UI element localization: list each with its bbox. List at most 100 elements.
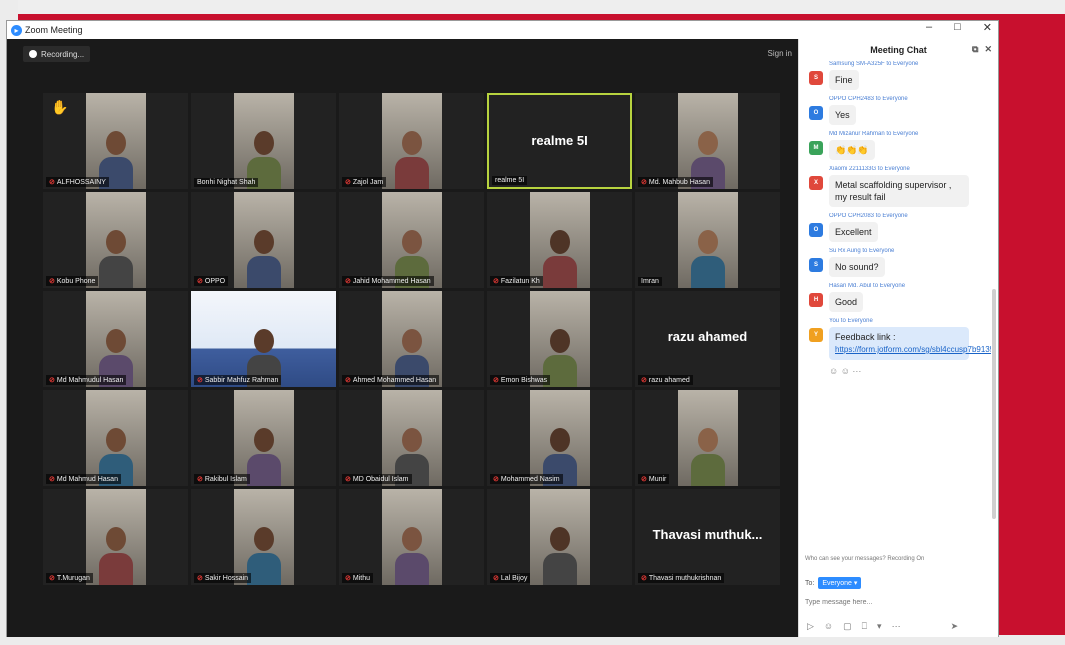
popout-icon[interactable]: ⧉	[972, 44, 978, 55]
participant-name-label: ⊘ ALFHOSSAINY	[46, 177, 109, 187]
message-reactions[interactable]: ☺ ☺ ···	[799, 366, 991, 376]
participant-name-label: ⊘ Emon Bishwas	[490, 375, 551, 385]
participant-tile[interactable]: ⊘ Md Mahmudul Hasan	[43, 291, 188, 387]
recording-label: Recording...	[41, 49, 85, 59]
chat-scrollbar[interactable]	[992, 289, 996, 519]
participant-tile[interactable]: ⊘ Mithu	[339, 489, 484, 585]
minimize-button[interactable]: –	[926, 21, 932, 34]
chat-close-icon[interactable]: ✕	[984, 44, 992, 55]
message-text: Yes	[835, 110, 850, 120]
participant-name: Md. Mahbub Hasan	[648, 178, 710, 186]
message-sender: Md Mizanur Rahman to Everyone	[829, 131, 919, 137]
chat-message: H Hasan Md. Abul to Everyone Good	[799, 283, 991, 312]
participant-name-label: ⊘ Md Mahmudul Hasan	[46, 375, 127, 385]
participant-name: Zajol Jam	[352, 178, 384, 186]
participant-tile[interactable]: ⊘ Fazilatun Kh	[487, 192, 632, 288]
chat-message: O OPPO CPH2483 to Everyone Yes	[799, 96, 991, 125]
participant-tile[interactable]: realme 5I realme 5I	[487, 93, 632, 189]
participant-name: Md Mahmudul Hasan	[56, 376, 124, 384]
participant-tile[interactable]: ⊘ Md Mahmud Hasan	[43, 390, 188, 486]
recording-badge[interactable]: Recording...	[23, 46, 91, 62]
emoji-icon[interactable]: ☺	[824, 621, 833, 632]
participant-tile[interactable]: ⊘ Emon Bishwas	[487, 291, 632, 387]
mic-muted-icon: ⊘	[345, 476, 351, 483]
chat-header: Meeting Chat ⧉ ✕	[799, 39, 998, 61]
more-dropdown-icon[interactable]: ▾	[877, 621, 882, 632]
screenshot-icon[interactable]: ▢	[843, 621, 852, 632]
sign-in-link[interactable]: Sign in	[768, 49, 792, 58]
participant-tile[interactable]: ⊘ MD Obaidul Islam	[339, 390, 484, 486]
message-bubble[interactable]: Fine	[829, 70, 859, 90]
chat-message: Y You to Everyone Feedback link : https://f…	[799, 318, 991, 360]
message-text: Excellent	[835, 227, 872, 237]
participant-name-label: ⊘ Md. Mahbub Hasan	[638, 177, 713, 187]
participant-tile[interactable]: ⊘ Jahid Mohammed Hasan	[339, 192, 484, 288]
participant-name: Fazilatun Kh	[500, 277, 540, 285]
message-sender: OPPO CPH2083 to Everyone	[829, 213, 908, 219]
participant-name-label: ⊘ Munir	[638, 474, 670, 484]
send-icon[interactable]: ➤	[951, 621, 959, 632]
participant-name-label: ⊘ Mohammed Nasim	[490, 474, 563, 484]
participant-tile[interactable]: ⊘ Mohammed Nasim	[487, 390, 632, 486]
sender-avatar: X	[809, 176, 823, 190]
participant-tile[interactable]: ⊘ Lal Bijoy	[487, 489, 632, 585]
recipient-dropdown[interactable]: Everyone ▾	[818, 577, 862, 589]
participant-tile[interactable]: ⊘ Zajol Jam	[339, 93, 484, 189]
sender-avatar: M	[809, 141, 823, 155]
more-options-icon[interactable]: ⋯	[892, 621, 901, 632]
participant-tile[interactable]: ⊘ Rakibul Islam	[191, 390, 336, 486]
window-title: Zoom Meeting	[25, 25, 83, 35]
recipient-row: To: Everyone ▾	[805, 577, 862, 589]
participant-name-label: ⊘ OPPO	[194, 276, 229, 286]
mic-muted-icon: ⊘	[49, 278, 55, 285]
participant-name: T.Murugan	[56, 574, 90, 582]
file-icon[interactable]: ⎕	[862, 621, 867, 632]
feedback-link[interactable]: https://form.jotform.com/sg/sbl4ccusp7b9…	[835, 345, 991, 354]
participant-tile[interactable]: Imran	[635, 192, 780, 288]
message-text: 👏👏👏	[835, 145, 869, 155]
participant-silhouette	[98, 527, 133, 585]
participant-display-name: razu ahamed	[667, 329, 748, 344]
participant-tile[interactable]: ⊘ Sakir Hossain	[191, 489, 336, 585]
participant-tile[interactable]: Bonhi Nighat Shah	[191, 93, 336, 189]
close-button[interactable]: ✕	[983, 21, 992, 34]
participant-name: Lal Bijoy	[500, 574, 528, 582]
message-bubble[interactable]: Good	[829, 292, 864, 312]
participant-tile[interactable]: ✋ ⊘ ALFHOSSAINY	[43, 93, 188, 189]
participant-tile[interactable]: ⊘ Kobu Phone	[43, 192, 188, 288]
message-bubble[interactable]: 👏👏👏	[829, 140, 875, 160]
maximize-button[interactable]: □	[954, 21, 961, 34]
message-bubble[interactable]: Yes	[829, 105, 856, 125]
chat-message: O OPPO CPH2083 to Everyone Excellent	[799, 213, 991, 242]
participant-name-label: ⊘ Sabbir Mahfuz Rahman	[194, 375, 282, 385]
participant-tile[interactable]: ⊘ T.Murugan	[43, 489, 188, 585]
title-bar: ▸ Zoom Meeting – □ ✕	[7, 21, 998, 39]
message-bubble[interactable]: Excellent	[829, 222, 878, 242]
participant-name: Rakibul Islam	[204, 475, 247, 483]
participant-tile[interactable]: ⊘ OPPO	[191, 192, 336, 288]
participant-tile[interactable]: ⊘ Munir	[635, 390, 780, 486]
participant-tile[interactable]: Thavasi muthuk... ⊘ Thavasi muthukrishnan	[635, 489, 780, 585]
participant-tile[interactable]: ⊘ Sabbir Mahfuz Rahman	[191, 291, 336, 387]
chat-message: M Md Mizanur Rahman to Everyone 👏👏👏	[799, 131, 991, 160]
message-bubble[interactable]: No sound?	[829, 257, 885, 277]
participant-name: Munir	[648, 475, 667, 483]
participant-tile[interactable]: ⊘ Ahmed Mohammed Hasan	[339, 291, 484, 387]
format-icon[interactable]: ▷	[807, 621, 814, 632]
participant-name: Ahmed Mohammed Hasan	[352, 376, 437, 384]
participant-tile[interactable]: razu ahamed ⊘ razu ahamed	[635, 291, 780, 387]
participant-tile[interactable]: ⊘ Md. Mahbub Hasan	[635, 93, 780, 189]
participant-silhouette	[542, 230, 577, 288]
mic-muted-icon: ⊘	[493, 377, 499, 384]
sender-avatar: S	[809, 71, 823, 85]
participant-name-label: ⊘ Fazilatun Kh	[490, 276, 543, 286]
chat-message-input[interactable]	[805, 599, 991, 606]
zoom-window: ▸ Zoom Meeting – □ ✕ Recording... Sign i…	[6, 20, 999, 637]
mic-muted-icon: ⊘	[49, 377, 55, 384]
participant-silhouette	[690, 230, 725, 288]
message-bubble[interactable]: Feedback link : https://form.jotform.com/…	[829, 327, 991, 360]
message-bubble[interactable]: Metal scaffolding supervisor , my result…	[829, 175, 969, 207]
mic-muted-icon: ⊘	[197, 278, 203, 285]
chat-visibility-notice[interactable]: Who can see your messages? Recording On	[805, 556, 993, 562]
chat-message: X Xiaomi 2211133G to Everyone Metal scaffo…	[799, 166, 991, 207]
